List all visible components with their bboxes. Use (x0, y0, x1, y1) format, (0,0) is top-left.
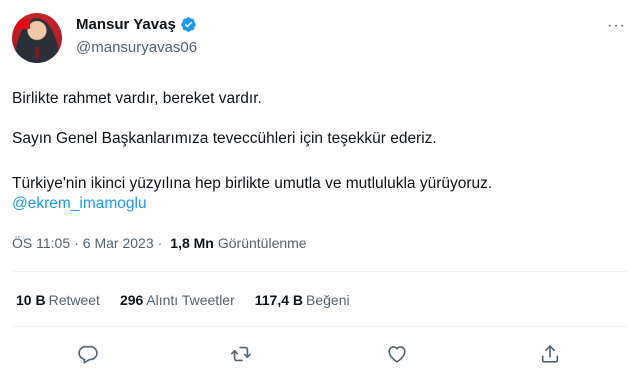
author-name-row: Mansur Yavaş (76, 16, 197, 33)
quotes-label: Alıntı Tweetler (146, 292, 235, 308)
tweet-line-1: Birlikte rahmet vardır, bereket vardır. (12, 90, 262, 107)
tweet-line-3: Türkiye'nin ikinci yüzyılına hep birlikt… (12, 175, 493, 192)
views-count: 1,8 Mn (170, 235, 214, 251)
tweet-time[interactable]: ÖS 11:05 (12, 235, 70, 251)
meta-separator: · (157, 235, 163, 251)
retweet-icon[interactable] (230, 343, 252, 365)
tweet-card: Mansur Yavaş @mansuryavas06 ··· Birlikte… (0, 0, 640, 378)
like-icon[interactable] (386, 343, 408, 365)
tweet-meta: ÖS 11:05 · 6 Mar 2023 · 1,8 Mn Görüntüle… (12, 235, 307, 251)
avatar[interactable] (12, 13, 62, 63)
action-bar (0, 343, 640, 367)
tweet-line-2: Sayın Genel Başkanlarımıza teveccühleri … (12, 130, 437, 147)
views-label: Görüntülenme (217, 235, 307, 251)
likes-count: 117,4 B (254, 292, 304, 308)
retweets-count: 10 B (16, 292, 46, 308)
retweets-label: Retweet (48, 292, 100, 308)
mention-link[interactable]: @ekrem_imamoglu (12, 194, 147, 214)
flag-icon (16, 19, 30, 29)
reply-icon[interactable] (77, 343, 99, 365)
tie-shape (35, 47, 39, 59)
quotes-count: 296 (119, 292, 144, 308)
author-handle[interactable]: @mansuryavas06 (76, 39, 197, 56)
likes-stat[interactable]: 117,4 B Beğeni (255, 292, 350, 308)
tweet-date[interactable]: 6 Mar 2023 (83, 235, 154, 251)
divider (12, 326, 628, 327)
verified-badge-icon (180, 16, 197, 33)
quotes-stat[interactable]: 296 Alıntı Tweetler (120, 292, 235, 308)
retweets-stat[interactable]: 10 B Retweet (16, 292, 100, 308)
meta-separator: · (74, 235, 79, 251)
divider (12, 271, 628, 272)
likes-label: Beğeni (306, 292, 350, 308)
author-name[interactable]: Mansur Yavaş (76, 16, 176, 33)
more-options-icon[interactable]: ··· (607, 18, 626, 34)
share-icon[interactable] (539, 343, 561, 365)
engagement-stats: 10 B Retweet 296 Alıntı Tweetler 117,4 B Be… (16, 292, 350, 308)
